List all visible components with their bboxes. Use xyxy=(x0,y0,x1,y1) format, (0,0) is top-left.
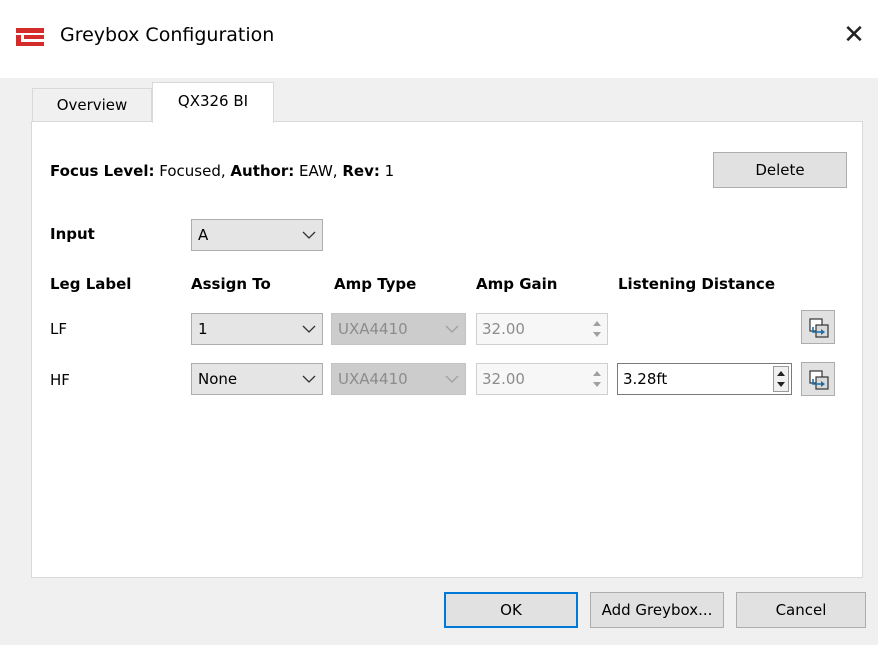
delete-button[interactable]: Delete xyxy=(713,152,847,188)
input-select-value: A xyxy=(198,226,209,244)
focus-level-value: Focused, xyxy=(159,162,226,180)
amp-gain-spinbox-lf: 32.00 xyxy=(476,313,608,345)
assign-to-select-hf[interactable]: None xyxy=(191,363,323,395)
chevron-down-icon xyxy=(302,325,316,333)
author-label: Author: xyxy=(230,162,295,180)
assign-to-value: None xyxy=(198,370,238,388)
spin-arrows-icon xyxy=(593,371,601,387)
title-bar: Greybox Configuration ✕ xyxy=(0,0,878,78)
greybox-logo-icon xyxy=(16,28,44,46)
rev-label: Rev: xyxy=(342,162,380,180)
ok-button[interactable]: OK xyxy=(444,592,578,628)
column-amp-gain: Amp Gain xyxy=(476,275,558,293)
chevron-down-icon xyxy=(445,325,459,333)
link-copy-icon xyxy=(809,370,829,390)
link-copy-button-hf[interactable] xyxy=(801,362,835,396)
listening-distance-value: 3.28ft xyxy=(623,370,668,388)
spin-arrows-icon xyxy=(593,321,601,337)
chevron-down-icon xyxy=(302,231,316,239)
leg-label-hf: HF xyxy=(50,371,70,389)
close-icon[interactable]: ✕ xyxy=(840,22,868,50)
input-select[interactable]: A xyxy=(191,219,323,251)
assign-to-select-lf[interactable]: 1 xyxy=(191,313,323,345)
spin-arrows-icon[interactable] xyxy=(773,366,789,392)
window-title: Greybox Configuration xyxy=(60,24,275,46)
amp-gain-spinbox-hf: 32.00 xyxy=(476,363,608,395)
amp-type-value: UXA4410 xyxy=(338,370,408,388)
tab-qx326-bi[interactable]: QX326 BI xyxy=(152,82,274,123)
column-leg-label: Leg Label xyxy=(50,275,132,293)
chevron-down-icon xyxy=(445,375,459,383)
leg-label-lf: LF xyxy=(50,320,67,338)
focus-level-label: Focus Level: xyxy=(50,162,155,180)
chevron-down-icon xyxy=(302,375,316,383)
amp-type-value: UXA4410 xyxy=(338,320,408,338)
cancel-button[interactable]: Cancel xyxy=(736,592,866,628)
column-assign-to: Assign To xyxy=(191,275,271,293)
assign-to-value: 1 xyxy=(198,320,208,338)
input-label: Input xyxy=(50,225,95,243)
column-listening-distance: Listening Distance xyxy=(618,275,775,293)
column-amp-type: Amp Type xyxy=(334,275,417,293)
link-copy-button-lf[interactable] xyxy=(801,310,835,344)
amp-gain-value: 32.00 xyxy=(482,320,525,338)
amp-gain-value: 32.00 xyxy=(482,370,525,388)
listening-distance-spinbox-hf[interactable]: 3.28ft xyxy=(617,363,792,395)
tab-overview[interactable]: Overview xyxy=(32,88,152,122)
amp-type-select-hf: UXA4410 xyxy=(331,363,466,395)
link-copy-icon xyxy=(809,318,829,338)
rev-value: 1 xyxy=(384,162,395,180)
speaker-info: Focus Level: Focused, Author: EAW, Rev: … xyxy=(50,162,394,180)
amp-type-select-lf: UXA4410 xyxy=(331,313,466,345)
tab-panel xyxy=(31,121,863,578)
author-value: EAW, xyxy=(299,162,338,180)
add-greybox-button[interactable]: Add Greybox... xyxy=(590,592,724,628)
